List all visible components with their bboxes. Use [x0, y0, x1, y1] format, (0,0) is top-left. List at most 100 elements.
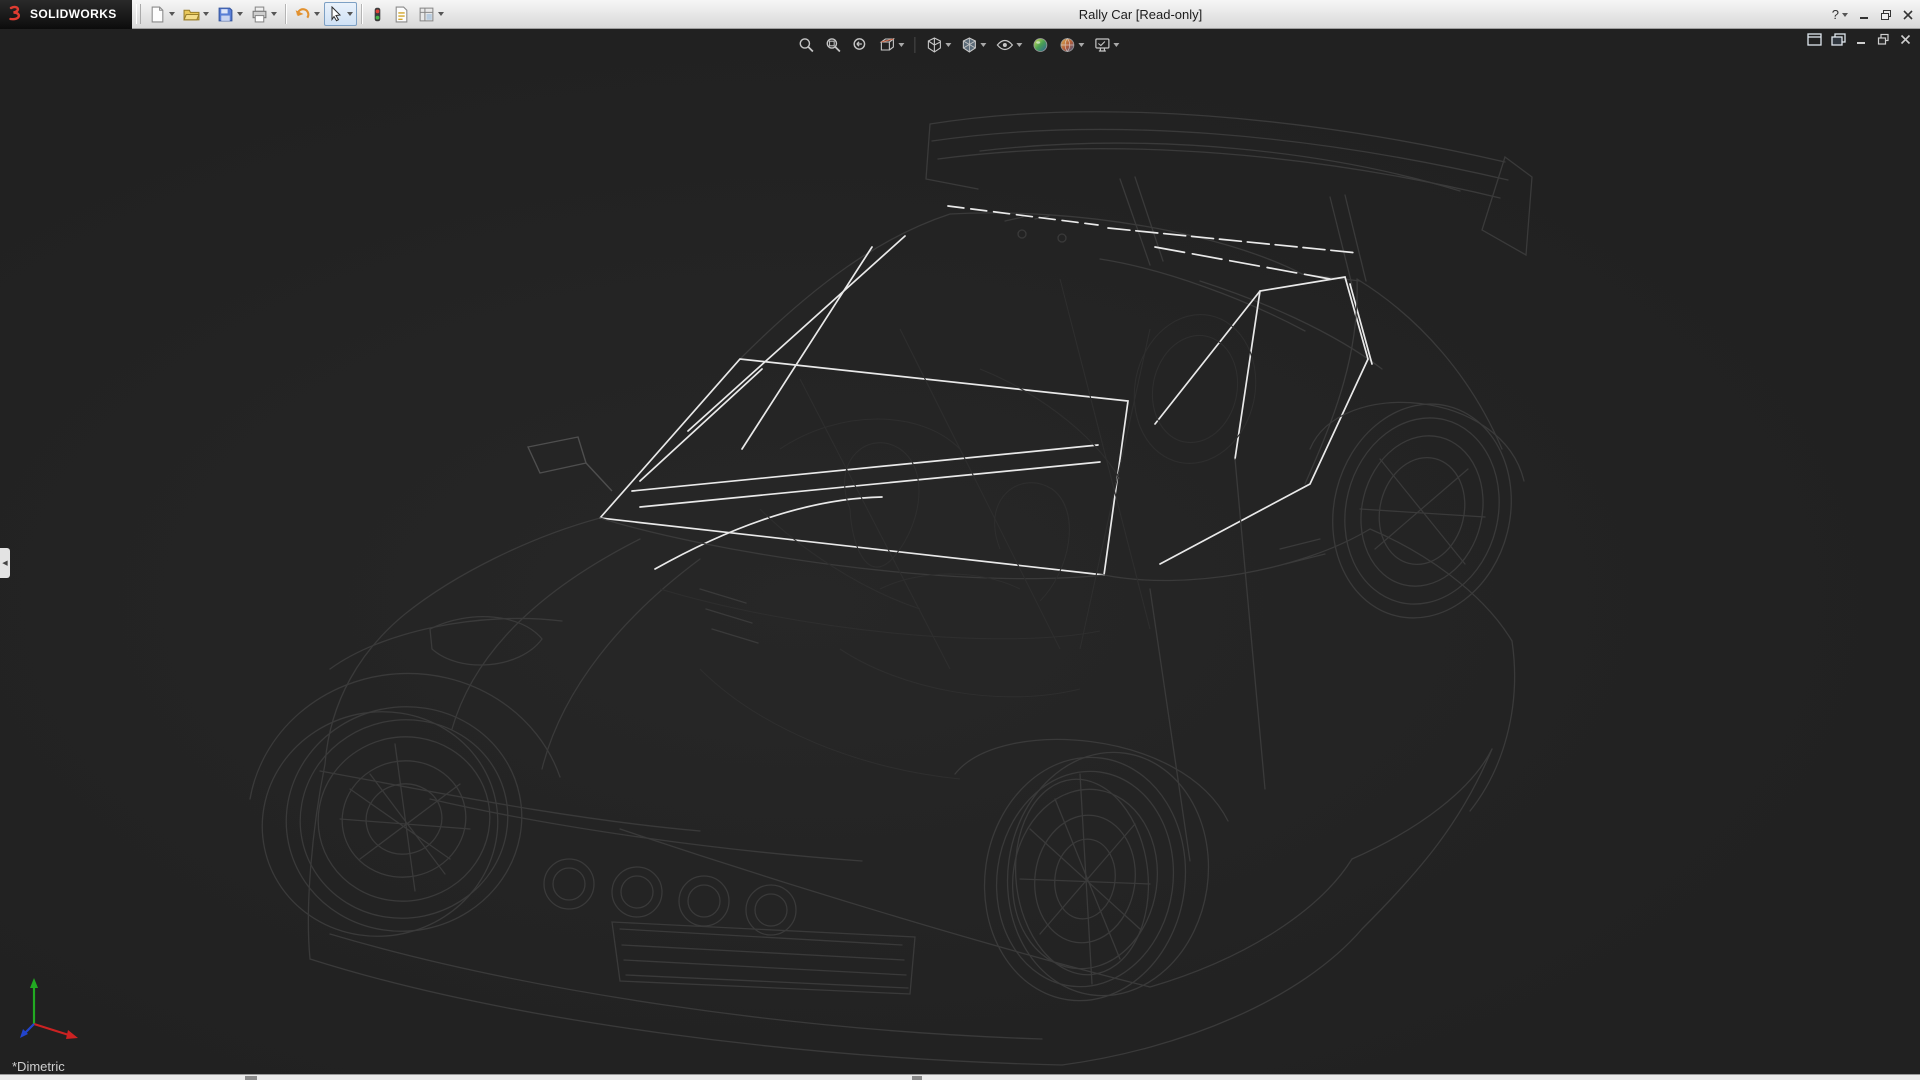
- toolbar-separator: [361, 4, 362, 24]
- tile-window-button[interactable]: [1807, 33, 1822, 46]
- a-pillar-highlight[interactable]: [640, 236, 905, 481]
- chevron-down-icon: [1113, 43, 1119, 47]
- apply-scene-button[interactable]: [1057, 35, 1085, 55]
- status-notch: [245, 1076, 257, 1080]
- status-notch: [912, 1076, 922, 1080]
- rebuild-icon: [370, 6, 385, 23]
- chevron-down-icon: [1078, 43, 1084, 47]
- print-icon: [251, 6, 268, 23]
- side-mirror[interactable]: [528, 437, 612, 491]
- chevron-down-icon: [271, 12, 277, 16]
- document-title: Rally Car [Read-only]: [1079, 7, 1203, 22]
- orientation-triad: [16, 972, 96, 1042]
- headsup-view-toolbar: [796, 33, 1120, 57]
- headsup-separator: [914, 37, 915, 53]
- open-button[interactable]: [179, 2, 213, 26]
- previous-view-button[interactable]: [850, 35, 870, 55]
- roof-lines[interactable]: [740, 213, 1382, 369]
- options-icon: [418, 6, 435, 23]
- close-icon: [1902, 9, 1914, 21]
- restore-icon: [1877, 33, 1890, 46]
- status-strip: [0, 1074, 1920, 1080]
- select-tool-button[interactable]: [324, 2, 357, 26]
- solidworks-window: SOLIDWORKS: [0, 0, 1920, 1080]
- edit-appearance-icon: [1031, 36, 1049, 54]
- chevron-down-icon: [169, 12, 175, 16]
- previous-view-icon: [851, 36, 869, 54]
- view-orientation-button[interactable]: [924, 35, 952, 55]
- minimize-icon: [1855, 33, 1868, 46]
- hide-show-items-button[interactable]: [994, 35, 1023, 55]
- open-folder-icon: [183, 6, 200, 23]
- interior-detail[interactable]: [660, 279, 1150, 779]
- close-button[interactable]: [1902, 9, 1914, 21]
- select-cursor-icon: [328, 6, 344, 22]
- graphics-area[interactable]: *Dimetric ◀: [0, 29, 1920, 1074]
- document-close-button[interactable]: [1899, 33, 1912, 46]
- minimize-button[interactable]: [1858, 9, 1870, 21]
- chevron-down-icon: [438, 12, 444, 16]
- save-icon: [217, 6, 234, 23]
- solidworks-logo: SOLIDWORKS: [0, 0, 132, 29]
- display-style-button[interactable]: [959, 35, 987, 55]
- zoom-to-area-icon: [824, 36, 842, 54]
- panel-flyout-tab[interactable]: ◀: [0, 548, 10, 578]
- hide-show-items-icon: [995, 36, 1014, 54]
- save-button[interactable]: [213, 2, 247, 26]
- minimize-icon: [1858, 9, 1870, 21]
- document-restore-button[interactable]: [1877, 33, 1890, 46]
- chevron-down-icon: [980, 43, 986, 47]
- undo-button[interactable]: [290, 2, 324, 26]
- side-and-rear-body[interactable]: [620, 279, 1515, 1065]
- file-properties-button[interactable]: [389, 2, 414, 26]
- cascade-window-button[interactable]: [1831, 33, 1846, 46]
- view-orientation-icon: [925, 36, 943, 54]
- section-view-icon: [878, 36, 896, 54]
- edit-appearance-button[interactable]: [1030, 35, 1050, 55]
- options-button[interactable]: [414, 2, 448, 26]
- chevron-down-icon: [237, 12, 243, 16]
- restore-icon: [1880, 9, 1892, 21]
- windshield-highlight[interactable]: [600, 359, 1128, 575]
- rear-wing[interactable]: [926, 112, 1532, 285]
- view-settings-icon: [1093, 36, 1111, 54]
- zoom-to-fit-button[interactable]: [796, 35, 816, 55]
- front-grille[interactable]: [310, 922, 1062, 1065]
- rear-left-wheel[interactable]: [1121, 303, 1270, 475]
- close-icon: [1899, 33, 1912, 46]
- zoom-to-area-button[interactable]: [823, 35, 843, 55]
- restore-button[interactable]: [1880, 9, 1892, 21]
- apply-scene-icon: [1058, 36, 1076, 54]
- chevron-down-icon: [945, 43, 951, 47]
- document-minimize-button[interactable]: [1855, 33, 1868, 46]
- view-settings-button[interactable]: [1092, 35, 1120, 55]
- titlebar: SOLIDWORKS: [0, 0, 1920, 29]
- toolbar-separator: [285, 4, 286, 24]
- help-label: ?: [1832, 8, 1839, 21]
- toolbar-drag-handle[interactable]: [136, 4, 141, 24]
- brand-name: SOLIDWORKS: [30, 7, 117, 21]
- cascade-window-icon: [1831, 33, 1846, 46]
- wireframe-car-model[interactable]: [0, 29, 1920, 1074]
- view-orientation-label: *Dimetric: [12, 1059, 65, 1074]
- chevron-down-icon: [347, 12, 353, 16]
- help-button[interactable]: ?: [1832, 8, 1848, 21]
- document-window-controls: [1807, 33, 1912, 46]
- chevron-down-icon: [898, 43, 904, 47]
- print-button[interactable]: [247, 2, 281, 26]
- chevron-left-icon: ◀: [2, 559, 7, 567]
- side-window-highlight[interactable]: [1155, 277, 1372, 564]
- rebuild-button[interactable]: [366, 2, 389, 26]
- display-style-icon: [960, 36, 978, 54]
- fog-lights[interactable]: [544, 859, 796, 935]
- new-document-button[interactable]: [145, 2, 179, 26]
- undo-icon: [294, 6, 311, 23]
- section-view-button[interactable]: [877, 35, 905, 55]
- chevron-down-icon: [1016, 43, 1022, 47]
- chevron-down-icon: [314, 12, 320, 16]
- solidworks-logo-icon: [6, 5, 26, 23]
- window-controls: ?: [1832, 0, 1914, 29]
- rear-right-wheel[interactable]: [1310, 385, 1534, 637]
- roof-edge-highlight[interactable]: [948, 206, 1358, 279]
- new-document-icon: [149, 6, 166, 23]
